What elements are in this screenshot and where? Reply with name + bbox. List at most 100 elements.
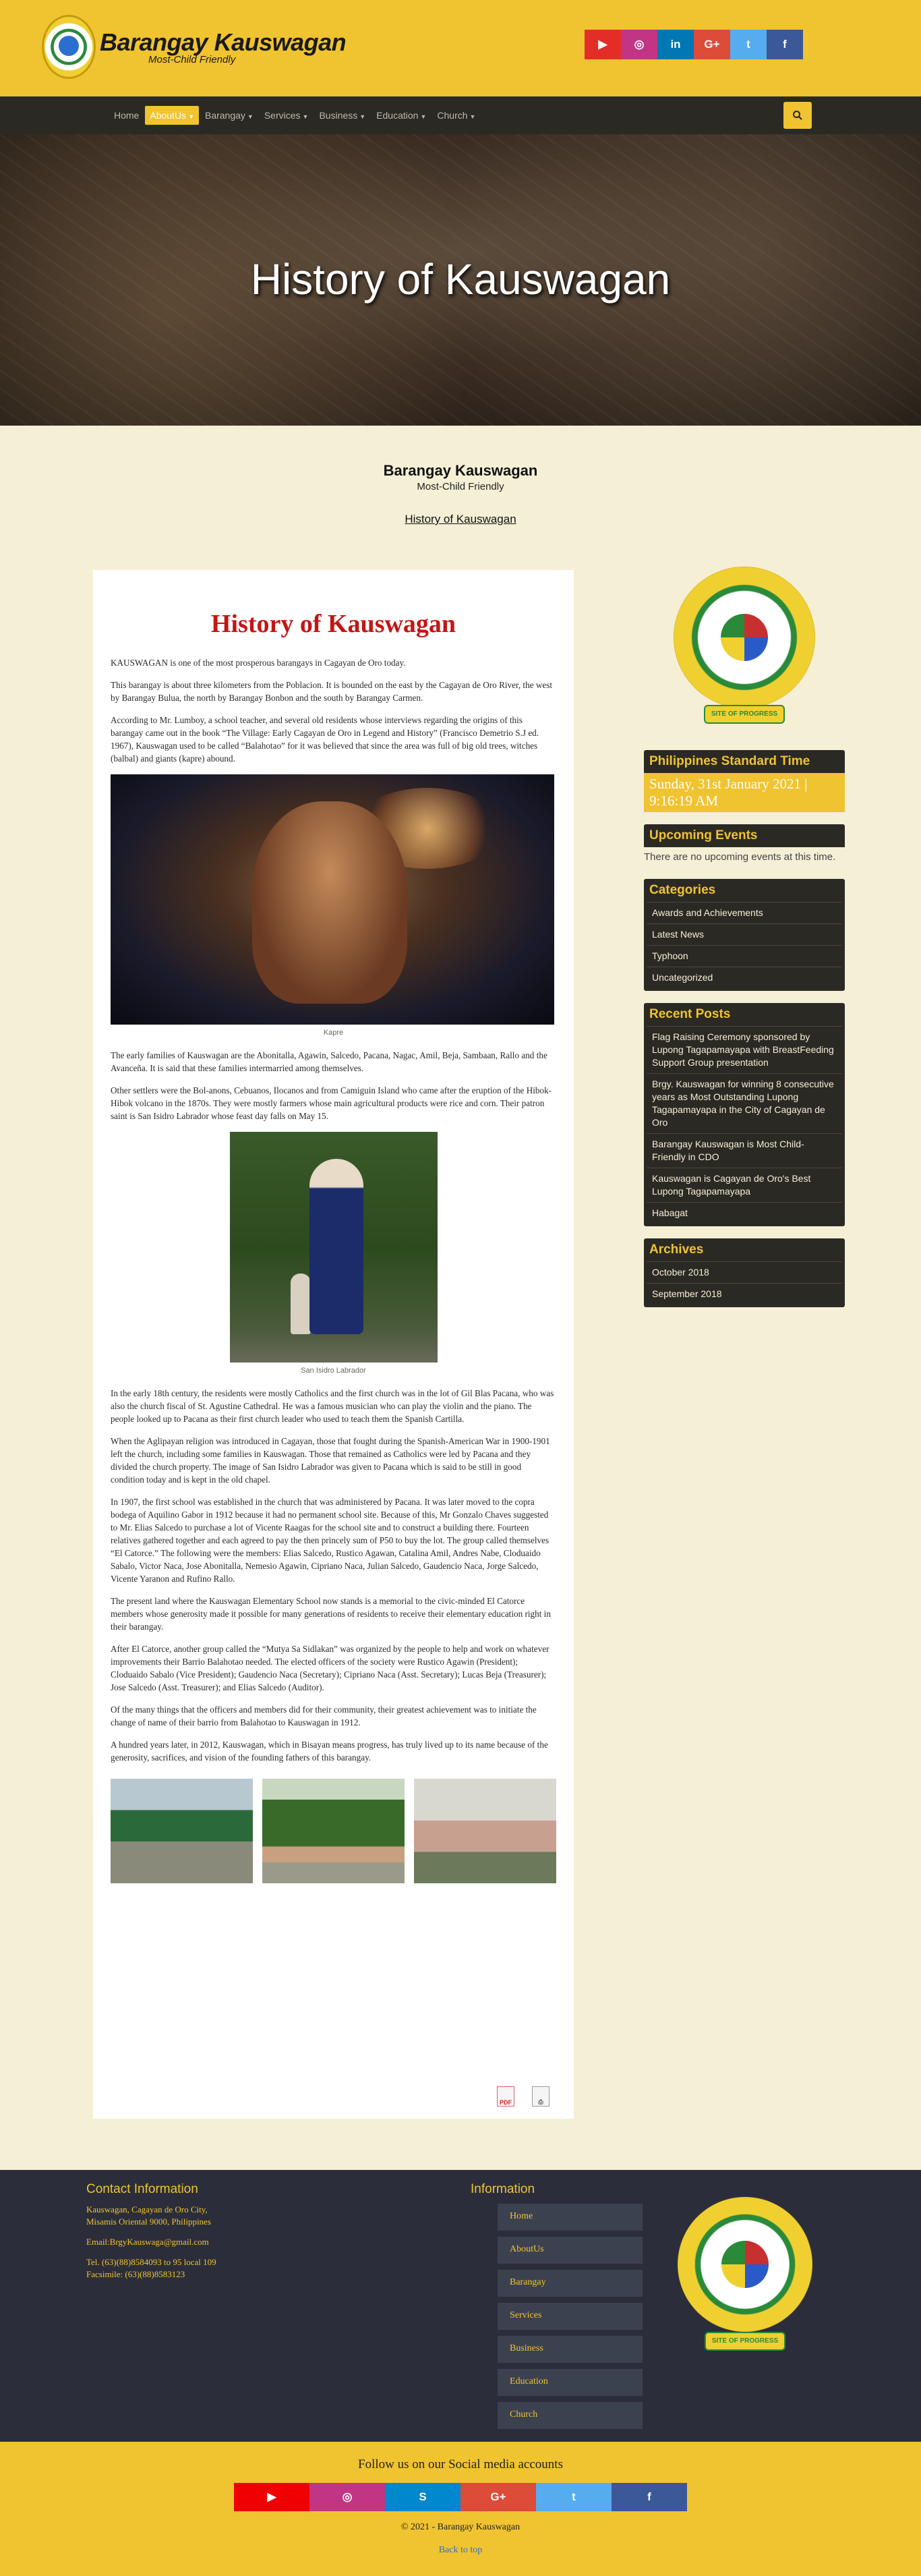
footer-link[interactable]: Services	[498, 2303, 643, 2330]
main-navbar: Home AboutUs ▼ Barangay ▼ Services ▼ Business ▼ E…	[0, 96, 921, 134]
photo-gallery	[111, 1779, 556, 1883]
print-icon[interactable]: ⎙	[532, 2086, 549, 2107]
footer-link[interactable]: AboutUs	[498, 2237, 643, 2264]
nav-item-church[interactable]: Church ▼	[432, 106, 480, 125]
barangay-seal-icon	[42, 15, 96, 79]
image-caption: Kapre	[323, 1029, 344, 1037]
document-actions: PDF ⎙	[497, 2086, 549, 2107]
events-empty-text: There are no upcoming events at this tim…	[644, 847, 845, 867]
recent-post-link[interactable]: Kauswagan is Cagayan de Oro's Best Lupon…	[647, 1168, 842, 1202]
caret-down-icon: ▼	[302, 113, 309, 120]
twitter-icon[interactable]: t	[536, 2483, 612, 2511]
youtube-icon[interactable]: ▶	[585, 30, 621, 59]
contact-tel: Tel. (63)(88)8584093 to 95 local 109	[86, 2257, 216, 2267]
page-heading: Barangay Kauswagan Most-Child Friendly H…	[0, 462, 921, 526]
site-header: Barangay Kauswagan Most-Child Friendly ▶…	[0, 0, 921, 96]
address-line: Kauswagan, Cagayan de Oro City,	[86, 2204, 208, 2214]
paragraph: According to Mr. Lumboy, a school teache…	[111, 715, 539, 764]
footer-link[interactable]: Education	[498, 2369, 643, 2396]
nav-item-label: Services	[264, 110, 301, 121]
archive-link[interactable]: September 2018	[647, 1283, 842, 1305]
recent-post-link[interactable]: Brgy. Kauswagan for winning 8 consecutiv…	[647, 1073, 842, 1133]
footer-link[interactable]: Home	[498, 2204, 643, 2231]
page-title: Barangay Kauswagan	[383, 462, 538, 479]
gallery-photo[interactable]	[262, 1779, 405, 1883]
address-line: Misamis Oriental 9000, Philippines	[86, 2216, 211, 2227]
category-link[interactable]: Awards and Achievements	[647, 902, 842, 923]
youtube-icon[interactable]: ▶	[234, 2483, 309, 2511]
categories-widget: Categories Awards and Achievements Latest…	[644, 879, 845, 991]
instagram-icon[interactable]: ◎	[309, 2483, 385, 2511]
san-isidro-image	[229, 1132, 438, 1363]
nav-item-label: Home	[114, 110, 140, 121]
paragraph: A hundred years later, in 2012, Kauswaga…	[111, 1740, 548, 1763]
paragraph: After El Catorce, another group called t…	[111, 1644, 549, 1692]
nav-item-services[interactable]: Services ▼	[260, 106, 314, 125]
paragraph: This barangay is about three kilometers …	[111, 680, 553, 703]
back-to-top-link[interactable]: Back to top	[439, 2545, 483, 2556]
sidebar: SITE OF PROGRESS Philippines Standard Ti…	[644, 567, 845, 1319]
nav-item-aboutus[interactable]: AboutUs ▼	[145, 106, 199, 125]
nav-item-label: AboutUs	[150, 110, 187, 121]
instagram-icon[interactable]: ◎	[621, 30, 657, 59]
recent-post-link[interactable]: Flag Raising Ceremony sponsored by Lupon…	[647, 1026, 842, 1073]
twitter-icon[interactable]: t	[730, 30, 767, 59]
footer-link[interactable]: Church	[498, 2402, 643, 2429]
footer-seal: SITE OF PROGRESS	[678, 2197, 816, 2359]
archives-list: October 2018 September 2018	[644, 1261, 845, 1307]
pdf-icon[interactable]: PDF	[497, 2086, 514, 2107]
search-icon	[793, 111, 802, 120]
footer-link[interactable]: Barangay	[498, 2270, 643, 2297]
nav-item-business[interactable]: Business ▼	[314, 106, 370, 125]
linkedin-icon[interactable]: in	[657, 30, 694, 59]
paragraph: Other settlers were the Bol-anons, Cebua…	[111, 1085, 552, 1121]
current-time: Sunday, 31st January 2021 | 9:16:19 AM	[644, 773, 845, 812]
nav-item-home[interactable]: Home	[109, 106, 144, 125]
caret-down-icon: ▼	[469, 113, 476, 120]
facebook-icon[interactable]: f	[767, 30, 803, 59]
footer-link[interactable]: Business	[498, 2336, 643, 2363]
article-title: History of Kauswagan	[210, 610, 456, 638]
gallery-photo[interactable]	[111, 1779, 253, 1883]
recent-post-link[interactable]: Barangay Kauswagan is Most Child-Friendl…	[647, 1133, 842, 1168]
category-link[interactable]: Typhoon	[647, 945, 842, 967]
widget-title: Recent Posts	[649, 1007, 731, 1021]
seal-emblem-icon	[678, 2197, 812, 2332]
archive-link[interactable]: October 2018	[647, 1261, 842, 1283]
gallery-photo[interactable]	[414, 1779, 556, 1883]
paragraph: Of the many things that the officers and…	[111, 1705, 537, 1727]
footer-info-links: Information Home AboutUs Barangay Services B…	[471, 2182, 646, 2435]
header-social-links: ▶ ◎ in G+ t f	[585, 30, 803, 59]
contact-info: Contact Information Kauswagan, Cagayan d…	[86, 2182, 316, 2289]
nav-item-education[interactable]: Education ▼	[372, 106, 431, 125]
search-button[interactable]	[783, 102, 812, 129]
recent-post-link[interactable]: Habagat	[647, 1202, 842, 1224]
pst-widget: Philippines Standard Time Sunday, 31st J…	[644, 750, 845, 812]
facebook-icon[interactable]: f	[612, 2483, 687, 2511]
barangay-seal: SITE OF PROGRESS	[667, 567, 822, 735]
seal-ribbon: SITE OF PROGRESS	[704, 705, 785, 724]
nav-item-barangay[interactable]: Barangay ▼	[200, 106, 258, 125]
paragraph: The present land where the Kauswagan Ele…	[111, 1596, 551, 1632]
contact-title: Contact Information	[86, 2182, 198, 2196]
breadcrumb-link[interactable]: History of Kauswagan	[405, 513, 516, 526]
widget-title: Categories	[649, 883, 716, 897]
image-caption: San Isidro Labrador	[301, 1367, 366, 1375]
skype-icon[interactable]: S	[385, 2483, 460, 2511]
events-widget: Upcoming Events There are no upcoming ev…	[644, 824, 845, 867]
contact-fax: Facsimile: (63)(88)8583123	[86, 2269, 185, 2279]
footer-social-links: ▶ ◎ S G+ t f	[0, 2483, 921, 2511]
kapre-image	[111, 774, 554, 1025]
category-link[interactable]: Latest News	[647, 923, 842, 945]
site-logo[interactable]: Barangay Kauswagan Most-Child Friendly	[42, 15, 347, 79]
hero-title: History of Kauswagan	[250, 255, 671, 304]
widget-title: Philippines Standard Time	[649, 754, 810, 768]
category-link[interactable]: Uncategorized	[647, 967, 842, 988]
contact-email[interactable]: Email:BrgyKauswaga@gmail.com	[86, 2236, 316, 2248]
caret-down-icon: ▼	[359, 113, 366, 120]
caret-down-icon: ▼	[247, 113, 254, 120]
copyright-text: © 2021 - Barangay Kauswagan	[400, 2522, 521, 2532]
nav-menu: Home AboutUs ▼ Barangay ▼ Services ▼ Business ▼ E…	[109, 106, 481, 125]
googleplus-icon[interactable]: G+	[460, 2483, 536, 2511]
googleplus-icon[interactable]: G+	[694, 30, 730, 59]
